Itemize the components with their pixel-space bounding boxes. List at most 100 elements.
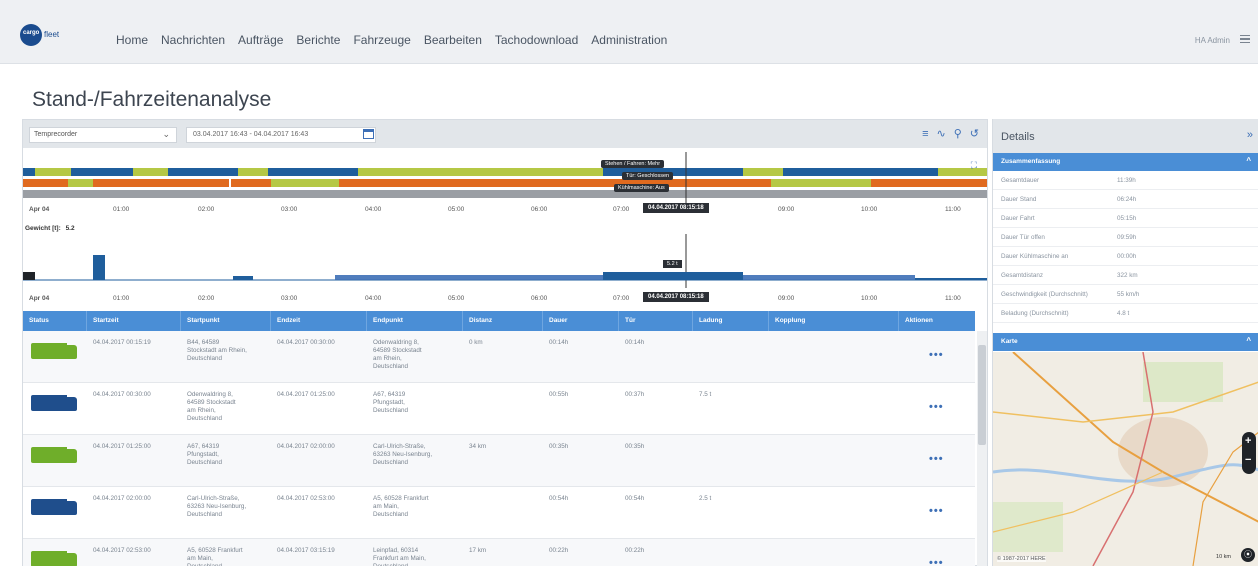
daterange-input[interactable]: 03.04.2017 16:43 - 04.04.2017 16:43 (186, 127, 376, 143)
row-actions-icon[interactable]: ••• (929, 557, 944, 566)
table-row[interactable]: 04.04.2017 02:53:00 A5, 60528 Frankfurt am… (23, 539, 975, 566)
refresh-icon[interactable]: ↺ (970, 128, 979, 140)
user-name[interactable]: HA Admin (1195, 36, 1230, 45)
col-aktionen[interactable]: Aktionen (899, 311, 975, 331)
vehicle-select-value: Temprecorder (34, 131, 78, 138)
col-endzeit[interactable]: Endzeit (271, 311, 367, 331)
col-distanz[interactable]: Distanz (463, 311, 543, 331)
list-icon[interactable]: ≡ (922, 128, 928, 140)
scrollbar-thumb[interactable] (978, 345, 986, 445)
vehicle-select[interactable]: Temprecorder ⌄ (29, 127, 177, 143)
nav-auftraege[interactable]: Aufträge (238, 33, 283, 47)
weight-label-value: 5.2 (65, 225, 75, 232)
map-copyright: © 1987-2017 HERE (997, 556, 1046, 562)
col-dauer[interactable]: Dauer (543, 311, 619, 331)
tooltip-stehen-fahren: Stehen / Fahren: Mehr (601, 160, 665, 168)
tick-label: 11:00 (945, 206, 961, 213)
col-kopplung[interactable]: Kopplung (769, 311, 899, 331)
location-line: Odenwaldring 8, (373, 339, 419, 346)
col-startzeit[interactable]: Startzeit (87, 311, 181, 331)
table-cell: 00:22h (625, 547, 645, 554)
row-actions-icon[interactable]: ••• (929, 401, 944, 413)
truck-trailer (31, 395, 67, 411)
table-cell-location: A67, 64319 Pfungstadt, Deutschland (367, 391, 408, 415)
time-marker-label-bottom: 04.04.2017 08:15:18 (643, 292, 709, 302)
location-line: Pfungstadt, (373, 399, 405, 406)
nav-nachrichten[interactable]: Nachrichten (161, 33, 225, 47)
details-title: Details (1001, 131, 1035, 143)
col-endpunkt[interactable]: Endpunkt (367, 311, 463, 331)
nav-fahrzeuge[interactable]: Fahrzeuge (353, 33, 410, 47)
summary-key: Beladung (Durchschnitt) (1001, 310, 1069, 317)
truck-cab (67, 449, 77, 463)
row-actions-icon[interactable]: ••• (929, 453, 944, 465)
location-line: A67, 64319 (373, 391, 406, 398)
location-line: Frankfurt am Main, (373, 555, 426, 562)
summary-row: Geschwindigkeit (Durchschnitt) 55 km/h (993, 285, 1258, 304)
location-line: Carl-Ulrich-Straße, (187, 495, 240, 502)
summary-section-header[interactable]: Zusammenfassung ^ (993, 153, 1258, 171)
calendar-icon[interactable] (363, 129, 374, 139)
map-section-header[interactable]: Karte ^ (993, 333, 1258, 351)
tick-label: 07:00 (613, 295, 630, 302)
table-cell: 00:22h (549, 547, 569, 554)
weight-bar-1 (23, 272, 35, 280)
col-startpunkt[interactable]: Startpunkt (181, 311, 271, 331)
summary-key: Dauer Tür offen (1001, 234, 1045, 241)
compass-icon[interactable]: ⦿ (1241, 548, 1255, 562)
col-ladung[interactable]: Ladung (693, 311, 769, 331)
summary-value: 06:24h (1117, 196, 1137, 203)
table-cell-location: Carl-Ulrich-Straße, 63263 Neu-Isenburg, De… (367, 443, 432, 467)
weight-label-text: Gewicht [t]: (25, 225, 61, 232)
table-row[interactable]: 04.04.2017 00:15:19 B44, 64589 Stockstadt … (23, 331, 975, 383)
col-status[interactable]: Status (23, 311, 87, 331)
truck-status-icon (31, 499, 77, 515)
tick-label: 02:00 (198, 206, 215, 213)
map-forest-2 (993, 502, 1063, 552)
zoom-out-icon[interactable]: − (1245, 454, 1251, 466)
summary-row: Gesamtdauer 11:39h (993, 171, 1258, 190)
chart-line-icon[interactable]: ∿ (937, 128, 946, 140)
location-line: A5, 60528 Frankfurt (373, 495, 429, 502)
row-actions-icon[interactable]: ••• (929, 349, 944, 361)
location-line: A5, 60528 Frankfurt (187, 547, 243, 554)
table-cell: 04.04.2017 00:30:00 (277, 339, 335, 346)
nav-home[interactable]: Home (116, 33, 148, 47)
nav-tachodownload[interactable]: Tachodownload (495, 33, 578, 47)
location-line: Deutschland (373, 511, 409, 518)
truck-trailer (31, 551, 67, 566)
expand-icon[interactable]: ⛶ (971, 160, 977, 171)
table-row[interactable]: 04.04.2017 01:25:00 A67, 64319 Pfungstadt,… (23, 435, 975, 487)
summary-key: Dauer Kühlmaschine an (1001, 253, 1069, 260)
analysis-toolbar: Temprecorder ⌄ 03.04.2017 16:43 - 04.04.… (23, 120, 987, 148)
collapse-panel-icon[interactable]: » (1247, 129, 1253, 141)
hamburger-menu-icon[interactable] (1240, 35, 1250, 43)
table-cell-location: Odenwaldring 8, 64589 Stockstadt am Rhein,… (367, 339, 422, 371)
lane2-seg1 (68, 179, 93, 187)
nav-bearbeiten[interactable]: Bearbeiten (424, 33, 482, 47)
caret-up-icon: ^ (1246, 156, 1251, 165)
route-map[interactable]: + − © 1987-2017 HERE 10 km ⦿ (993, 352, 1258, 566)
zoom-in-icon[interactable]: + (1245, 435, 1251, 447)
nav-berichte[interactable]: Berichte (296, 33, 340, 47)
nav-administration[interactable]: Administration (591, 33, 667, 47)
lane1-seg1 (23, 168, 35, 176)
map-pin-icon[interactable]: ⚲ (954, 128, 962, 140)
table-row[interactable]: 04.04.2017 00:30:00 Odenwaldring 8, 64589 … (23, 383, 975, 435)
table-cell-location: A5, 60528 Frankfurtam Main,Deutschland (181, 547, 243, 566)
truck-status-icon (31, 551, 77, 566)
table-cell-location: Odenwaldring 8, 64589 Stockstadt am Rhein,… (181, 391, 236, 423)
summary-value: 00:00h (1117, 253, 1137, 260)
weight-bar-5 (603, 272, 743, 280)
col-tuer[interactable]: Tür (619, 311, 693, 331)
table-scrollbar[interactable] (977, 331, 987, 566)
table-cell: 00:35h (549, 443, 569, 450)
row-actions-icon[interactable]: ••• (929, 505, 944, 517)
cargofleet-logo[interactable]: cargo fleet (20, 24, 72, 46)
table-cell: 00:14h (625, 339, 645, 346)
truck-trailer (31, 499, 67, 515)
logo-ball: cargo (20, 24, 42, 46)
timeline-chart[interactable]: Stehen / Fahren: Mehr Tür: Geschlossen K… (23, 148, 987, 308)
tick-label: 07:00 (613, 206, 630, 213)
table-row[interactable]: 04.04.2017 02:00:00 Carl-Ulrich-Straße, 63… (23, 487, 975, 539)
